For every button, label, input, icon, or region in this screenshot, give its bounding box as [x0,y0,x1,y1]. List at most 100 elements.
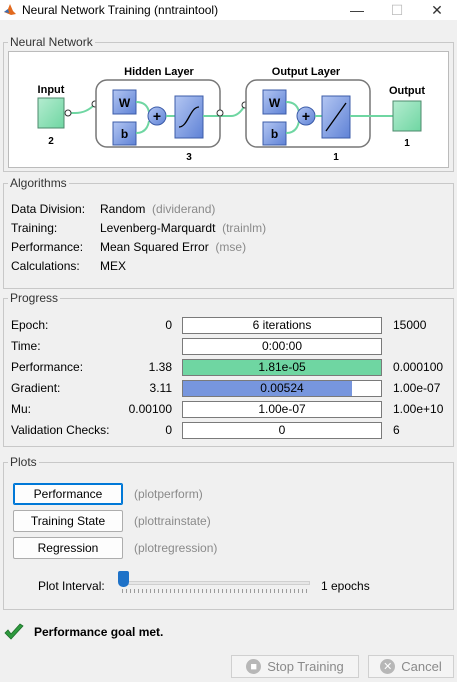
input-node [37,97,65,129]
plot-interval-value: 1 epochs [321,579,370,593]
algorithm-label: Data Division: [11,202,86,216]
maximize-button[interactable]: ☐ [377,0,417,20]
progress-label: Time: [11,339,41,353]
stop-training-label: Stop Training [267,659,344,674]
progress-panel: Progress Epoch: 0 6 iterations 15000 Time: 0:… [3,290,454,447]
status-bar: Performance goal met. [3,622,454,642]
plots-panel-title: Plots [8,454,39,470]
input-label: Input [38,84,65,96]
algorithm-label: Calculations: [11,259,80,273]
training-state-plot-button[interactable]: Training State [13,510,123,532]
algorithm-value: Random (dividerand) [100,200,215,218]
algorithm-label: Performance: [11,240,84,254]
performance-plot-button[interactable]: Performance [13,483,123,505]
progress-row-gradient: Gradient: 3.11 0.00524 1.00e-07 [4,380,453,398]
plot-interval-ticks [122,589,308,593]
checkmark-icon [4,623,24,640]
algorithms-panel: Algorithms Data Division: Random (divide… [3,175,454,289]
algorithm-value-text: Mean Squared Error [100,240,209,254]
progress-end-value: 1.00e-07 [393,381,441,395]
stop-training-button[interactable]: ■ Stop Training [231,655,359,678]
progress-bar: 6 iterations [182,317,382,334]
hidden-layer-label: Hidden Layer [124,66,194,78]
progress-row-time: Time: 0:00:00 [4,338,453,356]
neural-network-panel: Neural Network Input 2 Hidden Layer W b … [3,34,454,172]
progress-label: Gradient: [11,381,61,395]
progress-panel-title: Progress [8,290,61,306]
algorithm-value-text: Random [100,202,146,216]
cancel-label: Cancel [401,659,442,674]
progress-end-value: 15000 [393,318,427,332]
hidden-sum-glyph: + [153,108,161,124]
progress-bar: 1.00e-07 [182,401,382,418]
algorithm-hint: (trainlm) [222,221,267,235]
window-title: Neural Network Training (nntraintool) [22,3,219,17]
progress-label: Epoch: [11,318,49,332]
progress-label: Validation Checks: [11,423,110,437]
progress-row-performance: Performance: 1.38 1.81e-05 0.000100 [4,359,453,377]
hidden-bias-label: b [121,127,128,141]
progress-row-mu: Mu: 0.00100 1.00e-07 1.00e+10 [4,401,453,419]
matlab-icon [4,4,16,15]
algorithm-value: Levenberg-Marquardt (trainlm) [100,219,266,237]
output-layer-label: Output Layer [272,66,341,78]
performance-plot-hint: (plotperform) [134,487,203,501]
output-weight-label: W [269,96,281,110]
algorithm-hint: (dividerand) [152,202,216,216]
plot-interval-slider-thumb[interactable] [118,571,129,587]
output-node [392,100,422,132]
progress-start-value: 1.38 [148,360,172,374]
algorithm-value-text: Levenberg-Marquardt [100,221,216,235]
algorithm-hint: (mse) [215,240,247,254]
output-layer-size: 1 [333,152,339,163]
progress-end-value: 6 [393,423,400,437]
hidden-weight-label: W [119,96,131,110]
progress-current-value: 0.00524 [260,381,304,395]
plot-interval-label: Plot Interval: [38,579,105,593]
regression-plot-hint: (plotregression) [134,541,218,555]
progress-current-value: 0:00:00 [261,339,303,353]
neural-network-panel-title: Neural Network [8,34,95,50]
progress-end-value: 0.000100 [393,360,444,374]
connector-dot [64,109,72,117]
progress-row-epoch: Epoch: 0 6 iterations 15000 [4,317,453,335]
plot-interval-slider[interactable] [120,581,310,585]
algorithm-label: Training: [11,221,58,235]
output-label: Output [389,85,425,97]
algorithm-value: MEX [100,257,126,275]
training-state-plot-hint: (plottrainstate) [134,514,211,528]
stop-icon: ■ [246,659,262,674]
cancel-icon: ✕ [380,659,396,674]
progress-current-value: 1.81e-05 [258,360,306,374]
progress-bar: 1.81e-05 [182,359,382,376]
output-sum-glyph: + [302,108,310,124]
connector-dot [216,109,224,117]
network-diagram: Input 2 Hidden Layer W b + 3 Output Laye… [8,51,449,168]
progress-label: Performance: [11,360,84,374]
output-size: 1 [404,138,410,149]
progress-start-value: 0 [165,423,172,437]
progress-start-value: 3.11 [149,381,172,395]
close-button[interactable]: ✕ [417,0,457,20]
cancel-button[interactable]: ✕ Cancel [368,655,454,678]
algorithms-panel-title: Algorithms [8,175,69,191]
status-message: Performance goal met. [34,625,164,639]
title-bar: Neural Network Training (nntraintool) — … [0,0,457,20]
minimize-button[interactable]: — [337,0,377,20]
algorithm-value: Mean Squared Error (mse) [100,238,246,256]
progress-bar: 0 [182,422,382,439]
input-size: 2 [48,136,54,147]
progress-label: Mu: [11,402,32,416]
progress-start-value: 0.00100 [128,402,172,416]
algorithm-value-text: MEX [100,259,127,273]
progress-current-value: 6 iterations [252,318,312,332]
progress-current-value: 0 [278,423,286,437]
hidden-size: 3 [186,152,192,163]
progress-current-value: 1.00e-07 [258,402,306,416]
progress-end-value: 1.00e+10 [393,402,444,416]
progress-bar: 0:00:00 [182,338,382,355]
output-bias-label: b [271,127,278,141]
progress-bar: 0.00524 [182,380,382,397]
regression-plot-button[interactable]: Regression [13,537,123,559]
plots-panel: Plots Performance (plotperform) Training… [3,454,454,610]
